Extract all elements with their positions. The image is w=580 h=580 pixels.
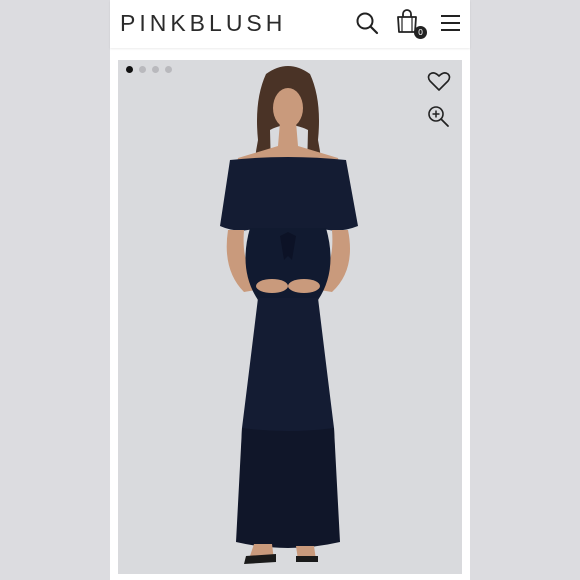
site-header: PINKBLUSH 0 bbox=[110, 0, 470, 48]
product-photo bbox=[220, 66, 358, 564]
slide-dot-4[interactable] bbox=[165, 66, 172, 73]
backdrop-left bbox=[0, 0, 110, 580]
brand-logo[interactable]: PINKBLUSH bbox=[120, 10, 286, 37]
product-image-gallery[interactable] bbox=[118, 60, 462, 574]
search-icon[interactable] bbox=[354, 10, 380, 36]
backdrop-right bbox=[470, 0, 580, 580]
mobile-screen: PINKBLUSH 0 bbox=[110, 0, 470, 580]
slide-dot-1[interactable] bbox=[126, 66, 133, 73]
heart-icon[interactable] bbox=[426, 68, 452, 94]
zoom-in-icon[interactable] bbox=[426, 104, 450, 128]
hamburger-menu-icon[interactable] bbox=[438, 10, 464, 36]
slide-indicator bbox=[126, 66, 172, 73]
slide-dot-2[interactable] bbox=[139, 66, 146, 73]
slide-dot-3[interactable] bbox=[152, 66, 159, 73]
cart-count-badge[interactable]: 0 bbox=[414, 26, 427, 39]
